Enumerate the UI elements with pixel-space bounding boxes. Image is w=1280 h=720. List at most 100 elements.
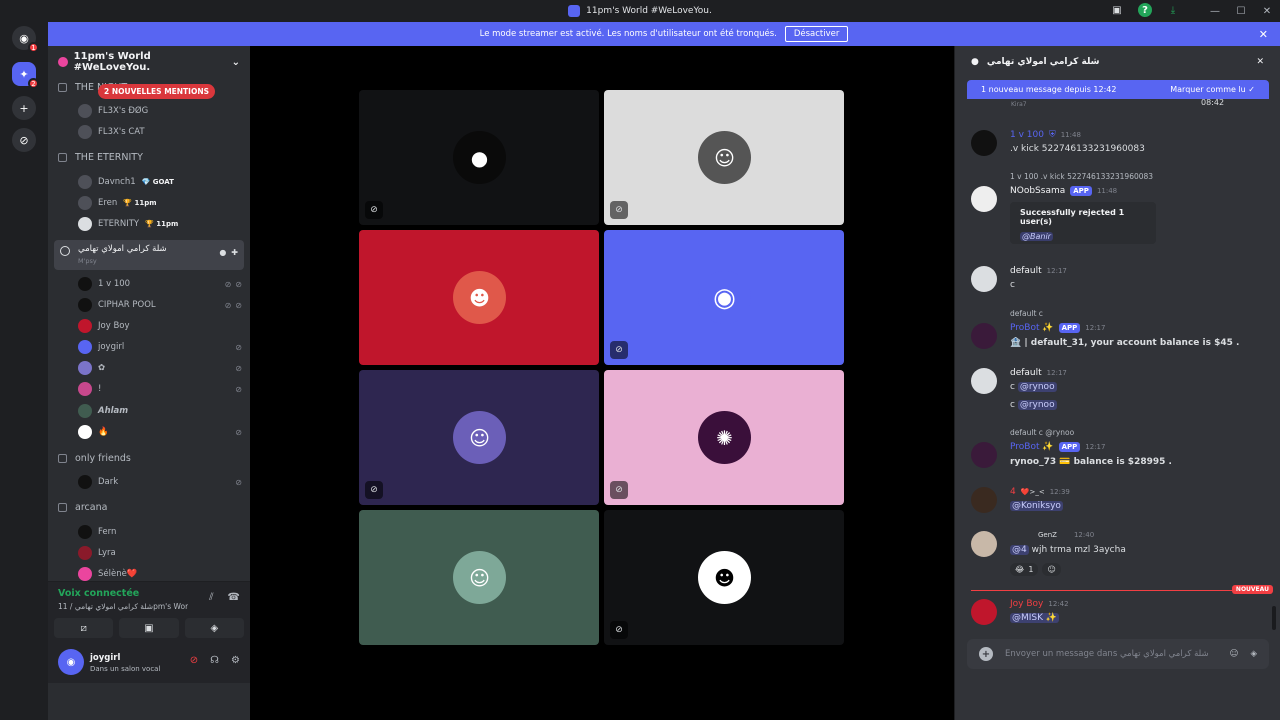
- avatar: [78, 525, 92, 539]
- avatar[interactable]: [971, 487, 997, 513]
- category-the-eternity[interactable]: THE ETERNITY: [58, 152, 143, 163]
- close-banner-icon[interactable]: ✕: [1259, 28, 1268, 41]
- disable-streamer-button[interactable]: Désactiver: [784, 26, 849, 42]
- minimize-icon[interactable]: —: [1202, 6, 1228, 17]
- add-member-icon[interactable]: ✚: [231, 248, 238, 257]
- avatar: [78, 425, 92, 439]
- camera-off-icon[interactable]: ⧄: [54, 618, 114, 638]
- inbox-icon[interactable]: ▣: [1110, 3, 1124, 17]
- voice-connected-status[interactable]: Voix connectée: [58, 588, 139, 599]
- voice-user[interactable]: CIPHAR POOL ⊘ ⊘: [78, 298, 242, 312]
- streamer-mode-banner: Le mode streamer est activé. Les noms d'…: [48, 22, 1280, 46]
- home-discord-icon[interactable]: ◉ 1: [12, 26, 39, 53]
- voice-user[interactable]: Joy Boy: [78, 319, 242, 333]
- server-header[interactable]: 11pm's World #WeLoveYou. ⌄: [48, 46, 250, 78]
- category-arcana[interactable]: arcana: [58, 502, 107, 513]
- voice-user[interactable]: Eren 🏆 11pm: [78, 196, 242, 210]
- lock-icon: [58, 153, 67, 162]
- attach-plus-icon[interactable]: +: [979, 647, 993, 661]
- video-tile[interactable]: ☻ ⊘: [604, 510, 844, 645]
- voice-user[interactable]: 1 v 100 ⊘ ⊘: [78, 277, 242, 291]
- add-server-icon[interactable]: +: [12, 96, 36, 120]
- voice-connection-panel: Voix connectée شلة كرامي امولاي تهامي / …: [48, 581, 250, 643]
- user-avatar[interactable]: ◉: [58, 649, 84, 675]
- voice-user[interactable]: Dark ⊘: [78, 475, 242, 489]
- voice-user[interactable]: joygirl ⊘: [78, 340, 242, 354]
- window-titlebar: 11pm's World #WeLoveYou. ▣ ? ⤓ — ☐ ✕: [0, 0, 1280, 22]
- voice-user[interactable]: ETERNITY 🏆 11pm: [78, 217, 242, 231]
- mark-read-button[interactable]: Marquer comme lu ✓: [1170, 85, 1255, 94]
- avatar: [78, 277, 92, 291]
- download-icon[interactable]: ⤓: [1166, 3, 1180, 17]
- headphones-icon[interactable]: ☊: [210, 655, 219, 666]
- chat-bubble-icon: ●: [971, 57, 979, 67]
- mic-muted-icon[interactable]: ⊘: [190, 655, 198, 666]
- video-tile[interactable]: ● ⊘: [359, 90, 599, 225]
- voice-channel-active[interactable]: شلة كرامي امولاي تهامي M'psy ● ✚: [54, 240, 244, 270]
- reply-preview[interactable]: 1 v 100 .v kick 522746133231960083: [1010, 172, 1153, 181]
- disconnect-icon[interactable]: ☎: [228, 592, 240, 603]
- voice-user[interactable]: ✿ ⊘: [78, 361, 242, 375]
- message-composer[interactable]: + Envoyer un message dans شلة كرامي امول…: [967, 639, 1269, 669]
- avatar: [78, 382, 92, 396]
- muted-mic-icon: ⊘: [610, 621, 628, 639]
- add-reaction-icon[interactable]: ☺: [1042, 563, 1061, 576]
- voice-user[interactable]: Fern: [78, 525, 242, 539]
- video-tile[interactable]: ☺ ⊘: [604, 90, 844, 225]
- avatar[interactable]: [971, 599, 997, 625]
- video-tile[interactable]: ☺: [359, 510, 599, 645]
- reply-preview[interactable]: default c: [1010, 309, 1043, 318]
- video-tile[interactable]: ◉ ⊘: [604, 230, 844, 365]
- chevron-down-icon[interactable]: ⌄: [232, 57, 240, 68]
- voice-user[interactable]: Davnch1 💎 GOAT: [78, 175, 242, 189]
- activity-icon[interactable]: ◈: [184, 618, 244, 638]
- voice-user[interactable]: Sélènè❤️: [78, 567, 242, 581]
- screen-share-icon[interactable]: ▣: [119, 618, 179, 638]
- close-window-icon[interactable]: ✕: [1254, 6, 1280, 17]
- participant-avatar: ☻: [453, 271, 506, 324]
- noise-suppression-icon[interactable]: ⫽: [209, 592, 213, 603]
- avatar: [78, 404, 92, 418]
- voice-user[interactable]: FL3X's ĐØG: [78, 104, 242, 118]
- voice-user[interactable]: 🔥 ⊘: [78, 425, 242, 439]
- voice-location[interactable]: شلة كرامي امولاي تهامي / 11pm's World #W…: [58, 602, 188, 611]
- muted-mic-icon: ⊘: [365, 201, 383, 219]
- server-icon-current[interactable]: ✦ 2: [12, 62, 39, 89]
- avatar[interactable]: [971, 442, 997, 468]
- voice-user[interactable]: Lyra: [78, 546, 242, 560]
- avatar: [78, 298, 92, 312]
- avatar[interactable]: [971, 323, 997, 349]
- category-only-friends[interactable]: only friends: [58, 453, 131, 464]
- reply-preview[interactable]: default c @rynoo: [1010, 428, 1074, 437]
- emoji-icon[interactable]: ☺: [1230, 649, 1239, 659]
- avatar[interactable]: [971, 368, 997, 394]
- speaker-icon: [60, 246, 70, 256]
- voice-user[interactable]: FL3X's CAT: [78, 125, 242, 139]
- avatar[interactable]: [971, 130, 997, 156]
- voice-user[interactable]: ! ⊘: [78, 382, 242, 396]
- avatar[interactable]: [971, 186, 997, 212]
- help-icon[interactable]: ?: [1138, 3, 1152, 17]
- participant-avatar: ✺: [698, 411, 751, 464]
- close-chat-icon[interactable]: ✕: [1256, 57, 1264, 67]
- video-tile[interactable]: ☻: [359, 230, 599, 365]
- avatar[interactable]: [971, 531, 997, 557]
- video-tile[interactable]: ☺ ⊘: [359, 370, 599, 505]
- notification-badge: 1: [28, 42, 39, 53]
- avatar[interactable]: [971, 266, 997, 292]
- video-tile[interactable]: ✺ ⊘: [604, 370, 844, 505]
- chat-bubble-icon[interactable]: ●: [219, 248, 226, 257]
- chat-scrollbar[interactable]: [1272, 606, 1276, 630]
- voice-user[interactable]: Ahlam: [78, 404, 242, 418]
- maximize-icon[interactable]: ☐: [1228, 6, 1254, 17]
- mark-read-icon: ✓: [1248, 85, 1255, 94]
- gear-icon[interactable]: ⚙: [231, 655, 240, 666]
- message-input[interactable]: Envoyer un message dans شلة كرامي امولاي…: [1005, 649, 1209, 659]
- new-messages-bar[interactable]: 1 nouveau message depuis 12:42 Marquer c…: [967, 80, 1269, 99]
- participant-avatar: ☺: [698, 131, 751, 184]
- gamepad-icon[interactable]: ◈: [1250, 649, 1257, 659]
- reaction-button[interactable]: 😂 1: [1010, 563, 1039, 576]
- new-mentions-pill[interactable]: 2 NOUVELLES MENTIONS: [98, 84, 216, 99]
- explore-icon[interactable]: ⊘: [12, 128, 36, 152]
- server-icon: [568, 5, 581, 17]
